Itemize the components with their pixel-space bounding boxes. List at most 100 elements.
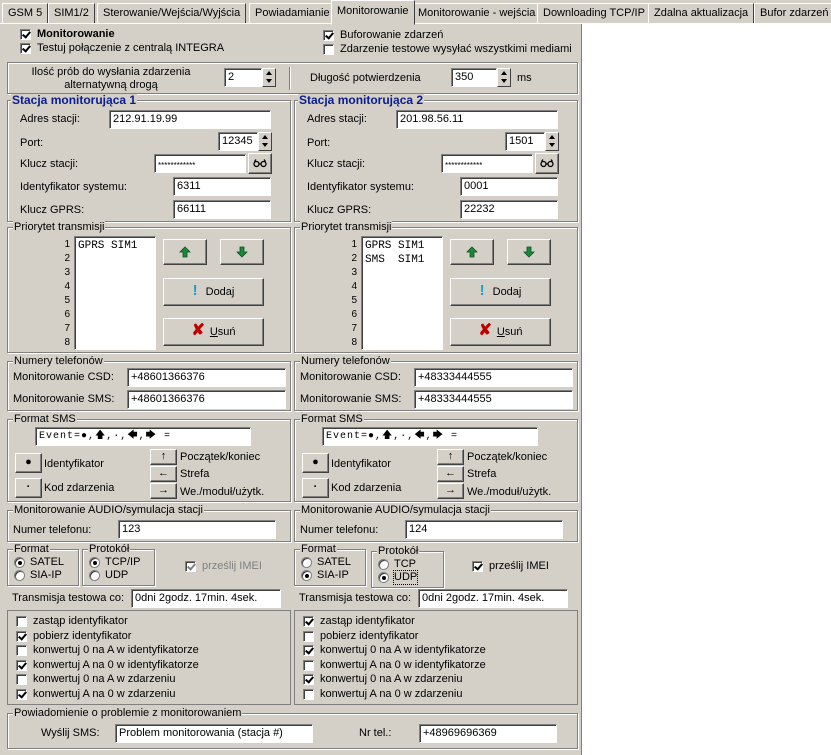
priority-list-item[interactable] [78,309,152,323]
tab-downloading[interactable]: Downloading TCP/IP [537,3,651,23]
testuj-checkbox[interactable] [20,43,31,54]
option-konw0A_id-checkbox[interactable] [16,645,27,656]
tab-sim12[interactable]: SIM1/2 [48,3,95,23]
priority-list-item[interactable]: GPRS SIM1 [365,239,439,253]
priority-list-item[interactable] [78,323,152,337]
tab-monitorowanie[interactable]: Monitorowanie [331,0,415,25]
priority-list-item[interactable]: GPRS SIM1 [78,239,152,253]
option-pobierz-checkbox[interactable] [16,630,27,642]
klucz-input[interactable]: ************ [441,154,533,173]
priority-listbox[interactable]: GPRS SIM1 [74,236,156,350]
option-zastap-checkbox[interactable] [16,616,27,627]
option-zastap-checkbox[interactable] [303,616,314,627]
identyfikator-button[interactable]: ● [15,453,42,473]
tab-bufor-zdarzen[interactable]: Bufor zdarzeń [754,3,831,23]
transmisja-input[interactable]: 0dni 2godz. 17min. 4sek. [418,589,568,608]
monitorowanie-checkbox[interactable] [20,29,31,40]
adres-input[interactable]: 201.98.56.11 [396,110,558,129]
buforowanie-checkbox[interactable] [323,30,334,41]
protocol-tcpip-radio[interactable] [89,557,100,568]
port-input[interactable]: 12345 [218,132,258,151]
priority-list-item[interactable] [365,295,439,309]
move-down-button[interactable] [507,239,551,265]
adres-input[interactable]: 212.91.19.99 [109,110,271,129]
dlugosc-spinner[interactable] [497,68,511,87]
kod-zdarzenia-button[interactable]: · [15,478,42,498]
priority-list-item[interactable] [78,253,152,267]
sms-input[interactable]: +48601366376 [127,390,286,409]
tab-gsm5[interactable]: GSM 5 [2,3,49,23]
we-modul-button[interactable]: → [437,483,464,499]
option-pobierz-checkbox[interactable] [303,630,314,642]
sms-input[interactable]: +48333444555 [414,390,573,409]
priority-listbox[interactable]: GPRS SIM1 SMS SIM1 [361,236,443,350]
identyfikator-input[interactable]: 6311 [173,177,271,196]
tab-powiadamianie[interactable]: Powiadamianie [249,3,336,23]
protocol-udp-radio[interactable] [89,570,100,581]
move-down-button[interactable] [220,239,264,265]
move-up-button[interactable] [450,239,494,265]
nrtel-input[interactable]: +48969696369 [419,724,557,743]
gprs-input[interactable]: 66111 [173,200,271,219]
tab-monitorowanie-wejscia[interactable]: Monitorowanie - wejścia [412,3,542,23]
option-konwA0_zd-checkbox[interactable] [303,688,314,700]
show-key-glasses-button[interactable] [248,153,272,174]
port-spinner[interactable] [545,132,559,151]
imei-checkbox[interactable] [472,561,483,572]
port-input[interactable]: 1501 [505,132,545,151]
zdarzenie-testowe-checkbox[interactable] [323,44,334,55]
csd-input[interactable]: +48333444555 [414,368,573,387]
format-satel-radio[interactable] [14,557,25,568]
option-konwA0_id-checkbox[interactable] [303,659,314,671]
gprs-input[interactable]: 22232 [460,200,558,219]
we-modul-button[interactable]: → [150,483,177,499]
priority-list-item[interactable] [365,309,439,323]
kod-zdarzenia-button[interactable]: · [302,478,329,498]
priority-list-item[interactable] [78,281,152,295]
priority-list-item[interactable] [365,267,439,281]
show-key-glasses-button[interactable] [535,153,559,174]
priority-list-item[interactable] [78,295,152,309]
option-konw0A_id-checkbox[interactable] [303,645,314,656]
sms-format-input[interactable]: Event=●,🡅,·,🡄,🡆 = [35,427,251,446]
wyslij-sms-input[interactable]: Problem monitorowania (stacja #) [115,724,313,743]
csd-input[interactable]: +48601366376 [127,368,286,387]
strefa-button[interactable]: ← [437,466,464,482]
transmisja-input[interactable]: 0dni 2godz. 17min. 4sek. [131,589,281,608]
klucz-input[interactable]: ************ [154,154,246,173]
identyfikator-button[interactable]: ● [302,453,329,473]
move-up-button[interactable] [163,239,207,265]
priority-list-item[interactable] [365,323,439,337]
priority-list-item[interactable] [365,337,439,351]
option-konw0A_zd-checkbox[interactable] [303,674,314,685]
protocol-udp-radio[interactable] [378,572,389,583]
priority-list-item[interactable] [78,337,152,351]
option-konw0A_zd-checkbox[interactable] [16,674,27,685]
usun-button[interactable]: ✘ Usuń [163,318,264,346]
dlugosc-input[interactable]: 350 [451,68,497,87]
dodaj-button[interactable]: ! Dodaj [163,278,264,306]
sms-format-input[interactable]: Event=●,🡅,·,🡄,🡆 = [322,427,538,446]
identyfikator-input[interactable]: 0001 [460,177,558,196]
audio-numer-input[interactable]: 123 [118,520,276,539]
option-konwA0_zd-checkbox[interactable] [16,688,27,700]
tab-sterowanie[interactable]: Sterowanie/Wejścia/Wyjścia [97,3,247,23]
dodaj-button[interactable]: ! Dodaj [450,278,551,306]
poczatek-koniec-button[interactable]: ↑ [150,449,177,465]
proby-input[interactable]: 2 [224,68,262,87]
priority-list-item[interactable] [365,281,439,295]
audio-numer-input[interactable]: 124 [405,520,563,539]
option-konwA0_id-checkbox[interactable] [16,659,27,671]
format-siaip-radio[interactable] [14,570,25,581]
tab-zdalna-aktualizacja[interactable]: Zdalna aktualizacja [648,3,755,23]
poczatek-koniec-button[interactable]: ↑ [437,449,464,465]
priority-list-item[interactable]: SMS SIM1 [365,253,439,267]
format-siaip-radio[interactable] [301,570,312,581]
port-spinner[interactable] [258,132,272,151]
usun-button[interactable]: ✘ Usuń [450,318,551,346]
strefa-button[interactable]: ← [150,466,177,482]
format-satel-radio[interactable] [301,557,312,568]
protocol-tcp-radio[interactable] [378,559,389,570]
imei-checkbox[interactable] [185,561,196,572]
proby-spinner[interactable] [262,68,276,87]
